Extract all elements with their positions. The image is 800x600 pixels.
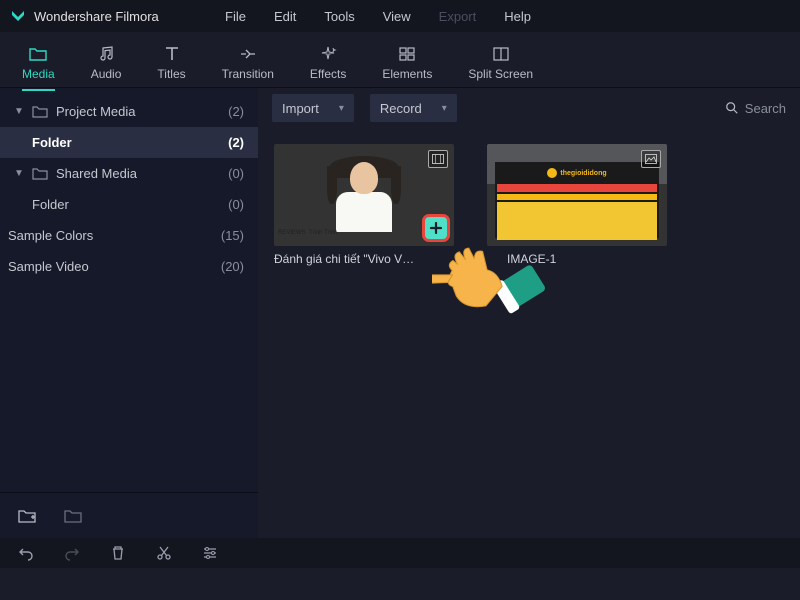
tree-item-project-media[interactable]: ▼ Project Media (2): [0, 96, 258, 127]
music-note-icon: [97, 45, 115, 63]
content-panel: Import ▾ Record ▾ Search REVIEWS Trinh T…: [258, 88, 800, 538]
delete-button[interactable]: [110, 545, 126, 561]
tab-titles[interactable]: Titles: [157, 39, 185, 81]
search-input[interactable]: Search: [725, 101, 786, 116]
tree-item-folder[interactable]: Folder (0): [0, 189, 258, 220]
undo-button[interactable]: [18, 545, 34, 561]
tool-tabs: Media Audio Titles Transition Effects El…: [0, 32, 800, 88]
tree-item-sample-video[interactable]: ▼ Sample Video (20): [0, 251, 258, 282]
folder-icon: [32, 105, 48, 119]
menu-view[interactable]: View: [383, 9, 411, 24]
menu-export: Export: [439, 9, 477, 24]
chevron-down-icon: ▾: [442, 103, 447, 114]
bottom-toolbar: [0, 538, 800, 568]
import-dropdown[interactable]: Import ▾: [272, 94, 354, 122]
menu-bar: File Edit Tools View Export Help: [0, 0, 800, 32]
video-badge-icon: [428, 150, 448, 168]
tree-item-sample-colors[interactable]: ▼ Sample Colors (15): [0, 220, 258, 251]
tab-split-screen[interactable]: Split Screen: [468, 39, 533, 81]
add-to-timeline-button[interactable]: [422, 214, 450, 242]
search-icon: [725, 101, 739, 115]
media-item-name: IMAGE-1: [487, 252, 667, 266]
menu-edit[interactable]: Edit: [274, 9, 296, 24]
tab-audio[interactable]: Audio: [91, 39, 122, 81]
new-folder-button[interactable]: [18, 508, 36, 524]
content-toolbar: Import ▾ Record ▾ Search: [258, 88, 800, 128]
text-icon: [163, 45, 181, 63]
tree-item-folder-selected[interactable]: Folder (2): [0, 127, 258, 158]
media-thumbnail: REVIEWS Trinh Trinh: [274, 144, 454, 246]
tab-elements[interactable]: Elements: [382, 39, 432, 81]
tab-media[interactable]: Media: [22, 39, 55, 81]
menu-file[interactable]: File: [225, 9, 246, 24]
media-item-name: Đánh giá chi tiết "Vivo V…: [274, 252, 454, 266]
tab-transition[interactable]: Transition: [222, 39, 274, 81]
media-item[interactable]: REVIEWS Trinh Trinh Đánh giá chi tiết "V…: [274, 144, 454, 266]
tree-item-shared-media[interactable]: ▼ Shared Media (0): [0, 158, 258, 189]
sidebar: ▼ Project Media (2) Folder (2) ▼ Shared …: [0, 88, 258, 538]
folder-icon: [32, 167, 48, 181]
settings-button[interactable]: [202, 545, 218, 561]
media-grid: REVIEWS Trinh Trinh Đánh giá chi tiết "V…: [258, 128, 800, 282]
sidebar-footer: [0, 492, 258, 538]
sparkle-icon: [319, 45, 337, 63]
split-screen-icon: [492, 45, 510, 63]
main-area: ▼ Project Media (2) Folder (2) ▼ Shared …: [0, 88, 800, 538]
caret-down-icon: ▼: [14, 168, 24, 179]
media-thumbnail: thegioididong: [487, 144, 667, 246]
media-item[interactable]: thegioididong IMAGE-1: [487, 144, 667, 266]
menu-tools[interactable]: Tools: [324, 9, 354, 24]
record-dropdown[interactable]: Record ▾: [370, 94, 457, 122]
menu-help[interactable]: Help: [504, 9, 531, 24]
chevron-down-icon: ▾: [339, 103, 344, 114]
transition-icon: [239, 45, 257, 63]
cut-button[interactable]: [156, 545, 172, 561]
elements-icon: [398, 45, 416, 63]
image-badge-icon: [641, 150, 661, 168]
tab-effects[interactable]: Effects: [310, 39, 346, 81]
redo-button[interactable]: [64, 545, 80, 561]
folder-icon: [29, 45, 47, 63]
caret-down-icon: ▼: [14, 106, 24, 117]
remove-folder-button[interactable]: [64, 508, 82, 524]
media-tree: ▼ Project Media (2) Folder (2) ▼ Shared …: [0, 88, 258, 492]
